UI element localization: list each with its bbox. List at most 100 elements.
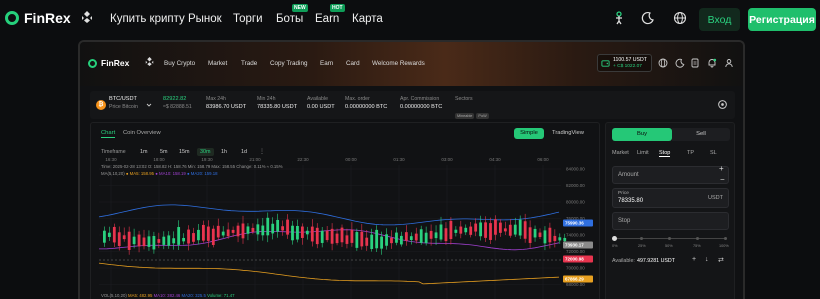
stop-field[interactable]: Stop: [612, 212, 729, 230]
moon-icon[interactable]: [675, 58, 685, 68]
inner-nav-welcome-rewards[interactable]: Welcome Rewards: [372, 60, 425, 67]
inner-nav-copy-trading[interactable]: Copy Trading: [270, 60, 307, 67]
login-button[interactable]: Вход: [699, 8, 740, 31]
candle-body: [365, 237, 369, 246]
ma-legend-item: ● MA10: 158.19: [155, 171, 187, 176]
inner-nav-card[interactable]: Card: [346, 60, 360, 67]
increment-icon[interactable]: +: [719, 164, 724, 173]
top-navigation: FinRex Купить крипту Рынок Торги Боты NE…: [0, 0, 820, 40]
tab-coin-overview[interactable]: Coin Overview: [123, 130, 161, 136]
max-order-label: Max. order: [345, 96, 370, 102]
slider-handle[interactable]: [612, 236, 617, 241]
apps-menu-icon[interactable]: [145, 57, 154, 66]
nav-bots[interactable]: Боты: [276, 13, 303, 25]
price-tick-label: 72000.00: [566, 249, 585, 254]
price-tick-label: 80000.00: [566, 200, 585, 205]
ma-legend-item: ● MA20: 159.18: [187, 171, 218, 176]
timeframe-1m[interactable]: 1m: [140, 149, 148, 155]
amount-field[interactable]: Amount: [612, 166, 729, 184]
timeframe-5m[interactable]: 5m: [160, 149, 168, 155]
nav-trade[interactable]: Торги: [233, 13, 263, 25]
available-balance-label: Available:: [612, 258, 635, 264]
time-tick-label: 00:00: [345, 157, 357, 162]
pair-selector[interactable]: BTC/USDT Price Bitcoin: [109, 96, 138, 110]
candle-body: [325, 230, 329, 241]
candle-body: [503, 228, 507, 232]
order-type-stop[interactable]: Stop: [659, 150, 671, 157]
brand-name: FinRex: [24, 10, 71, 26]
candle-body: [424, 232, 428, 244]
nav-buy-crypto[interactable]: Купить крипту: [110, 13, 185, 25]
logo[interactable]: FinRex: [5, 10, 71, 26]
time-tick-label: 19:30: [201, 157, 213, 162]
volume-legend-item: MA10: 382.46: [154, 293, 182, 298]
candle-body: [548, 227, 552, 243]
candle-body: [112, 226, 116, 243]
register-button[interactable]: Регистрация: [748, 8, 816, 31]
more-options-icon[interactable]: ⋮: [259, 148, 265, 155]
tab-chart[interactable]: Chart: [101, 130, 116, 138]
nav-card[interactable]: Карта: [352, 13, 383, 25]
max-order-value: 0.00000000 BTC: [345, 104, 388, 110]
buy-tab[interactable]: Buy: [612, 128, 672, 141]
sell-tab[interactable]: Sell: [672, 128, 730, 141]
price-tick-label: 68000.00: [566, 282, 585, 287]
order-type-market[interactable]: Market: [612, 150, 629, 156]
apps-menu-icon[interactable]: [81, 11, 93, 23]
inner-logo[interactable]: FinRex: [88, 58, 129, 68]
balance-widget[interactable]: 1100.57 USDT + C$ 1022.07: [597, 54, 652, 72]
inner-nav-trade[interactable]: Trade: [241, 60, 257, 67]
bell-icon[interactable]: [707, 58, 717, 68]
view-tradingview-button[interactable]: TradingView: [552, 130, 584, 136]
order-type-sl[interactable]: SL: [710, 150, 717, 156]
candle-body: [489, 223, 492, 240]
globe-icon[interactable]: [658, 58, 668, 68]
candle-body: [296, 225, 299, 240]
candle-body: [444, 228, 448, 242]
slider-mark-dot: [668, 237, 671, 240]
candle-body: [479, 222, 482, 237]
user-icon[interactable]: [724, 58, 734, 68]
candle-body: [400, 235, 403, 245]
add-funds-icon[interactable]: +: [692, 256, 696, 263]
chevron-down-icon[interactable]: [146, 102, 152, 108]
candle-body: [286, 219, 289, 235]
candle-body: [246, 226, 250, 234]
price-field[interactable]: Price 78335.80 USDT: [612, 188, 729, 208]
download-icon[interactable]: ↓: [705, 256, 709, 263]
gift-figure-icon[interactable]: [612, 11, 626, 25]
document-icon[interactable]: [690, 58, 700, 68]
slider-label-25: 25%: [638, 244, 646, 248]
candle-body: [474, 223, 478, 232]
logo-icon: [88, 58, 97, 68]
view-simple-button[interactable]: Simple: [514, 128, 544, 139]
candle-body: [390, 237, 393, 244]
available-label: Available: [307, 96, 328, 102]
timeframe-1d[interactable]: 1d: [241, 149, 247, 155]
candle-body: [206, 226, 210, 241]
timeframe-30m[interactable]: 30m: [197, 148, 214, 156]
inner-nav-earn[interactable]: Earn: [320, 60, 333, 67]
inner-brand-name: FinRex: [101, 58, 130, 68]
settings-refresh-icon[interactable]: [717, 99, 728, 110]
candle-body: [226, 229, 230, 237]
decrement-icon[interactable]: −: [720, 175, 725, 184]
inner-nav-buy-crypto[interactable]: Buy Crypto: [164, 60, 195, 67]
time-tick-label: 22:30: [297, 157, 309, 162]
timeframe-15m[interactable]: 15m: [179, 149, 190, 155]
order-type-limit[interactable]: Limit: [637, 150, 649, 156]
moon-icon[interactable]: [641, 11, 655, 25]
candle-body: [355, 232, 359, 248]
candle-body: [251, 227, 255, 233]
globe-icon[interactable]: [673, 11, 687, 25]
order-type-tp[interactable]: TP: [687, 150, 694, 156]
inner-nav-market[interactable]: Market: [208, 60, 227, 67]
timeframe-1h[interactable]: 1h: [221, 149, 227, 155]
platform-preview: FinRex Buy Crypto Market Trade Copy Trad…: [78, 40, 745, 299]
nav-earn[interactable]: Earn: [315, 13, 339, 25]
candle-body: [499, 222, 502, 233]
nav-market[interactable]: Рынок: [188, 13, 222, 25]
candle-body: [484, 222, 487, 238]
transfer-icon[interactable]: ⇄: [718, 256, 724, 264]
candlestick-chart[interactable]: 16:30 18:00 19:30 21:00 22:30 00:00 01:30 03:00…: [91, 157, 599, 299]
